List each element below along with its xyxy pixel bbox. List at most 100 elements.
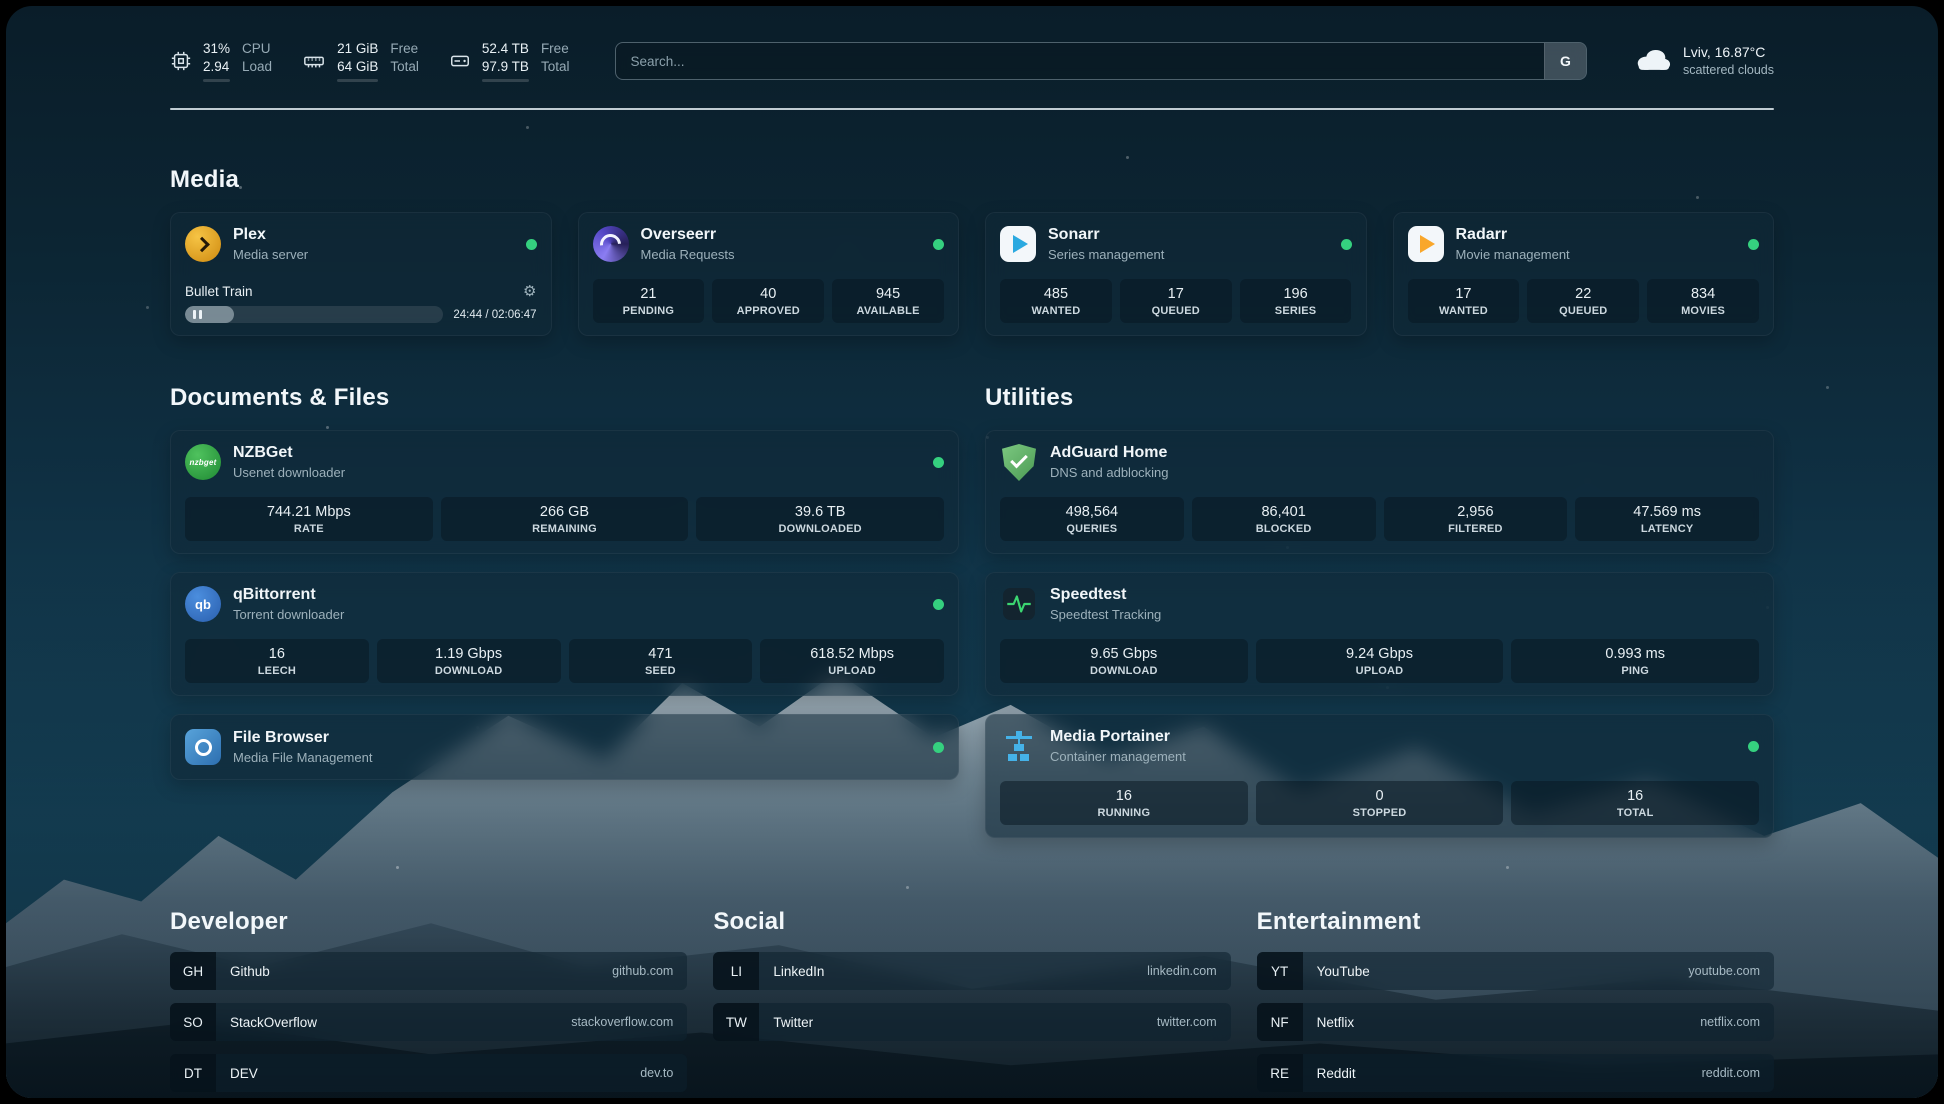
service-card-nzbget[interactable]: nzbget NZBGet Usenet downloader bbox=[170, 430, 959, 554]
memory-label-top: Free bbox=[390, 40, 419, 58]
bookmark-url: dev.to bbox=[640, 1066, 673, 1080]
section-title-social: Social bbox=[713, 908, 1230, 936]
service-card-adguard[interactable]: AdGuard Home DNS and adblocking 498,564 … bbox=[985, 430, 1774, 554]
cpu-percent: 31% bbox=[203, 40, 230, 58]
stat-movies: 834 MOVIES bbox=[1647, 279, 1759, 323]
bookmark-reddit[interactable]: RE Reddit reddit.com bbox=[1257, 1054, 1774, 1092]
resource-widgets: 31% 2.94 CPU Load bbox=[170, 40, 569, 82]
disk-progress-bar bbox=[482, 79, 529, 82]
section-title-documents: Documents & Files bbox=[170, 384, 959, 412]
disk-label-bottom: Total bbox=[541, 58, 570, 76]
stat-download: 1.19 Gbps DOWNLOAD bbox=[377, 639, 561, 683]
settings-gear-icon[interactable]: ⚙ bbox=[523, 284, 536, 299]
stat-queued: 17 QUEUED bbox=[1120, 279, 1232, 323]
bookmark-dev[interactable]: DT DEV dev.to bbox=[170, 1054, 687, 1092]
filebrowser-icon bbox=[185, 729, 221, 765]
stat-available: 945 AVAILABLE bbox=[832, 279, 944, 323]
plex-icon bbox=[185, 226, 221, 262]
overseerr-icon bbox=[593, 226, 629, 262]
service-card-portainer[interactable]: Media Portainer Container management 16 … bbox=[985, 714, 1774, 838]
section-title-entertainment: Entertainment bbox=[1257, 908, 1774, 936]
cpu-label-bottom: Load bbox=[242, 58, 272, 76]
memory-label-bottom: Total bbox=[390, 58, 419, 76]
service-name: File Browser bbox=[233, 728, 372, 749]
service-name: Media Portainer bbox=[1050, 727, 1186, 748]
service-description: Torrent downloader bbox=[233, 607, 344, 624]
status-dot bbox=[1748, 239, 1759, 250]
stat-blocked: 86,401 BLOCKED bbox=[1192, 497, 1376, 541]
bookmark-linkedin[interactable]: LI LinkedIn linkedin.com bbox=[713, 952, 1230, 990]
bookmark-abbr: LI bbox=[713, 952, 759, 990]
bookmark-name: Github bbox=[230, 964, 270, 979]
bookmark-youtube[interactable]: YT YouTube youtube.com bbox=[1257, 952, 1774, 990]
playback-progress-bar[interactable] bbox=[185, 306, 443, 323]
disk-widget: 52.4 TB 97.9 TB Free Total bbox=[449, 40, 570, 82]
stat-download: 9.65 Gbps DOWNLOAD bbox=[1000, 639, 1248, 683]
bookmark-abbr: GH bbox=[170, 952, 216, 990]
bookmark-name: YouTube bbox=[1317, 964, 1370, 979]
stat-upload: 618.52 Mbps UPLOAD bbox=[760, 639, 944, 683]
disk-free-value: 52.4 TB bbox=[482, 40, 529, 58]
stat-pending: 21 PENDING bbox=[593, 279, 705, 323]
service-card-overseerr[interactable]: Overseerr Media Requests 21 PENDING bbox=[578, 212, 960, 336]
speedtest-icon bbox=[1000, 585, 1038, 623]
stat-wanted: 485 WANTED bbox=[1000, 279, 1112, 323]
cpu-label-top: CPU bbox=[242, 40, 272, 58]
adguard-icon bbox=[1000, 443, 1038, 481]
stat-seed: 471 SEED bbox=[569, 639, 753, 683]
documents-column: Documents & Files nzbget NZBGet Usenet d… bbox=[170, 384, 959, 856]
bookmarks-entertainment: Entertainment YT YouTube youtube.com NF … bbox=[1257, 908, 1774, 1098]
section-title-utilities: Utilities bbox=[985, 384, 1774, 412]
weather-condition: scattered clouds bbox=[1683, 62, 1774, 79]
dashboard-page: 31% 2.94 CPU Load bbox=[0, 0, 1944, 1104]
bookmark-url: reddit.com bbox=[1702, 1066, 1760, 1080]
bookmark-url: twitter.com bbox=[1157, 1015, 1217, 1029]
stat-approved: 40 APPROVED bbox=[712, 279, 824, 323]
stat-upload: 9.24 Gbps UPLOAD bbox=[1256, 639, 1504, 683]
stat-leech: 16 LEECH bbox=[185, 639, 369, 683]
status-dot bbox=[1341, 239, 1352, 250]
service-card-speedtest[interactable]: Speedtest Speedtest Tracking 9.65 Gbps D… bbox=[985, 572, 1774, 696]
cpu-load-value: 2.94 bbox=[203, 58, 230, 76]
bookmark-abbr: YT bbox=[1257, 952, 1303, 990]
stat-remaining: 266 GB REMAINING bbox=[441, 497, 689, 541]
bookmark-twitter[interactable]: TW Twitter twitter.com bbox=[713, 1003, 1230, 1041]
service-description: Media File Management bbox=[233, 750, 372, 767]
service-name: NZBGet bbox=[233, 443, 345, 464]
memory-widget: 21 GiB 64 GiB Free Total bbox=[302, 40, 419, 82]
stat-filtered: 2,956 FILTERED bbox=[1384, 497, 1568, 541]
service-description: Speedtest Tracking bbox=[1050, 607, 1161, 624]
service-description: DNS and adblocking bbox=[1050, 465, 1169, 482]
bookmark-abbr: SO bbox=[170, 1003, 216, 1041]
bookmark-netflix[interactable]: NF Netflix netflix.com bbox=[1257, 1003, 1774, 1041]
bookmark-url: linkedin.com bbox=[1147, 964, 1216, 978]
stat-downloaded: 39.6 TB DOWNLOADED bbox=[696, 497, 944, 541]
search-input[interactable] bbox=[616, 43, 1544, 79]
service-name: Overseerr bbox=[641, 225, 735, 246]
stat-series: 196 SERIES bbox=[1240, 279, 1352, 323]
dashboard-background: 31% 2.94 CPU Load bbox=[6, 6, 1938, 1098]
service-card-radarr[interactable]: Radarr Movie management 17 WANTED 2 bbox=[1393, 212, 1775, 336]
cloud-icon bbox=[1633, 45, 1671, 77]
memory-progress-bar bbox=[337, 79, 378, 82]
service-name: Radarr bbox=[1456, 225, 1570, 246]
bookmark-abbr: DT bbox=[170, 1054, 216, 1092]
service-card-plex[interactable]: Plex Media server Bullet Train ⚙ bbox=[170, 212, 552, 336]
bookmark-github[interactable]: GH Github github.com bbox=[170, 952, 687, 990]
bookmark-stackoverflow[interactable]: SO StackOverflow stackoverflow.com bbox=[170, 1003, 687, 1041]
pause-icon[interactable] bbox=[193, 310, 202, 319]
bookmark-name: Twitter bbox=[773, 1015, 813, 1030]
bookmarks-social: Social LI LinkedIn linkedin.com TW Twitt… bbox=[713, 908, 1230, 1098]
service-description: Usenet downloader bbox=[233, 465, 345, 482]
service-description: Media server bbox=[233, 247, 308, 264]
search-provider-button[interactable]: G bbox=[1544, 43, 1586, 79]
service-card-qbittorrent[interactable]: qb qBittorrent Torrent downloader bbox=[170, 572, 959, 696]
service-card-filebrowser[interactable]: File Browser Media File Management bbox=[170, 714, 959, 780]
stat-latency: 47.569 ms LATENCY bbox=[1575, 497, 1759, 541]
service-card-sonarr[interactable]: Sonarr Series management 485 WANTED bbox=[985, 212, 1367, 336]
service-description: Container management bbox=[1050, 749, 1186, 766]
status-dot bbox=[1748, 741, 1759, 752]
section-title-media: Media bbox=[170, 166, 1774, 194]
memory-total-value: 64 GiB bbox=[337, 58, 378, 76]
service-name: Speedtest bbox=[1050, 585, 1161, 606]
